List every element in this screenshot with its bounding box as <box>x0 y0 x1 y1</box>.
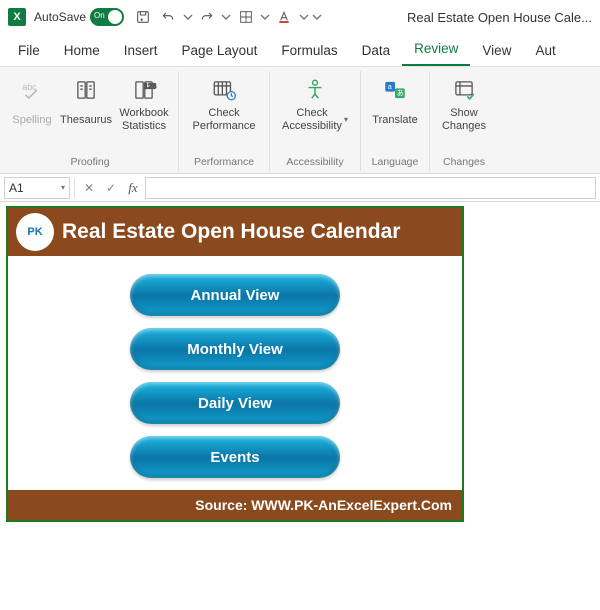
worksheet-area[interactable]: PK Real Estate Open House Calendar Annua… <box>0 202 600 526</box>
tab-view[interactable]: View <box>470 37 523 66</box>
group-proofing-label: Proofing <box>70 154 109 169</box>
dashboard-source-label: Source: WWW.PK-AnExcelExpert.Com <box>195 497 452 513</box>
insert-function-icon[interactable]: fx <box>123 178 143 198</box>
dashboard-title: Real Estate Open House Calendar <box>62 220 400 244</box>
dashboard-footer: Source: WWW.PK-AnExcelExpert.Com <box>8 490 462 520</box>
ribbon-tabs: File Home Insert Page Layout Formulas Da… <box>0 34 600 66</box>
tab-aut[interactable]: Aut <box>523 37 567 66</box>
dashboard: PK Real Estate Open House Calendar Annua… <box>6 206 464 522</box>
undo-dropdown-icon[interactable] <box>183 6 193 28</box>
tab-data[interactable]: Data <box>350 37 403 66</box>
cancel-formula-icon[interactable]: ✕ <box>79 178 99 198</box>
tab-page-layout[interactable]: Page Layout <box>170 37 270 66</box>
daily-view-button[interactable]: Daily View <box>130 382 340 424</box>
check-accessibility-button[interactable]: Check Accessibility▾ <box>276 73 354 135</box>
annual-view-button[interactable]: Annual View <box>130 274 340 316</box>
chevron-down-icon: ▾ <box>344 115 348 124</box>
group-proofing: abc Spelling Thesaurus 123 Workbook Stat… <box>2 71 179 171</box>
group-performance: Check Performance Performance <box>179 71 270 171</box>
font-color-dropdown-icon[interactable] <box>299 6 309 28</box>
show-changes-icon <box>449 75 479 105</box>
svg-text:123: 123 <box>144 81 156 90</box>
group-language: aあ Translate Language <box>361 71 430 171</box>
tab-review[interactable]: Review <box>402 35 470 66</box>
check-performance-button[interactable]: Check Performance <box>185 73 263 135</box>
redo-dropdown-icon[interactable] <box>221 6 231 28</box>
translate-label: Translate <box>372 107 417 133</box>
title-bar: X AutoSave On <box>0 0 600 34</box>
spelling-label: Spelling <box>12 107 51 133</box>
autosave-label: AutoSave <box>34 10 86 24</box>
check-performance-icon <box>209 75 239 105</box>
name-box-value: A1 <box>9 181 24 195</box>
translate-button[interactable]: aあ Translate <box>367 73 423 135</box>
dashboard-header: PK Real Estate Open House Calendar <box>8 208 462 256</box>
group-language-label: Language <box>372 154 419 169</box>
name-box[interactable]: A1 ▾ <box>4 177 70 199</box>
font-color-icon[interactable] <box>273 6 295 28</box>
spelling-icon: abc <box>17 75 47 105</box>
show-changes-label: Show Changes <box>442 107 486 133</box>
workbook-statistics-icon: 123 <box>129 75 159 105</box>
ribbon: abc Spelling Thesaurus 123 Workbook Stat… <box>0 66 600 174</box>
tab-file[interactable]: File <box>6 37 52 66</box>
group-accessibility-label: Accessibility <box>286 154 343 169</box>
logo: PK <box>16 213 54 251</box>
quick-access-toolbar <box>132 6 322 28</box>
formula-input[interactable] <box>145 177 596 199</box>
thesaurus-icon <box>71 75 101 105</box>
autosave-toggle[interactable]: On <box>90 8 124 26</box>
toggle-knob <box>108 10 122 24</box>
redo-icon[interactable] <box>196 6 218 28</box>
excel-app-icon: X <box>8 8 26 26</box>
workbook-statistics-button[interactable]: 123 Workbook Statistics <box>116 73 172 135</box>
group-changes-label: Changes <box>443 154 485 169</box>
document-title: Real Estate Open House Cale... <box>407 10 592 25</box>
qat-customize-icon[interactable] <box>312 6 322 28</box>
dashboard-body: Annual View Monthly View Daily View Even… <box>8 256 462 490</box>
save-icon[interactable] <box>132 6 154 28</box>
spelling-button[interactable]: abc Spelling <box>8 73 56 135</box>
workbook-statistics-label: Workbook Statistics <box>119 107 168 133</box>
show-changes-button[interactable]: Show Changes <box>436 73 492 135</box>
borders-icon[interactable] <box>235 6 257 28</box>
check-accessibility-label: Check Accessibility▾ <box>282 107 348 133</box>
thesaurus-button[interactable]: Thesaurus <box>58 73 114 135</box>
borders-dropdown-icon[interactable] <box>260 6 270 28</box>
check-performance-label: Check Performance <box>193 107 256 133</box>
autosave-on-text: On <box>94 11 105 20</box>
check-accessibility-icon <box>300 75 330 105</box>
svg-text:abc: abc <box>22 82 37 92</box>
group-changes: Show Changes Changes <box>430 71 498 171</box>
autosave-control[interactable]: AutoSave On <box>34 8 124 26</box>
monthly-view-button[interactable]: Monthly View <box>130 328 340 370</box>
events-button[interactable]: Events <box>130 436 340 478</box>
thesaurus-label: Thesaurus <box>60 107 112 133</box>
group-accessibility: Check Accessibility▾ Accessibility <box>270 71 361 171</box>
tab-formulas[interactable]: Formulas <box>269 37 349 66</box>
tab-home[interactable]: Home <box>52 37 112 66</box>
chevron-down-icon[interactable]: ▾ <box>61 183 65 192</box>
translate-icon: aあ <box>380 75 410 105</box>
undo-icon[interactable] <box>157 6 179 28</box>
svg-text:あ: あ <box>397 89 404 98</box>
enter-formula-icon[interactable]: ✓ <box>101 178 121 198</box>
formula-bar: A1 ▾ ✕ ✓ fx <box>0 174 600 202</box>
group-performance-label: Performance <box>194 154 254 169</box>
tab-insert[interactable]: Insert <box>112 37 170 66</box>
